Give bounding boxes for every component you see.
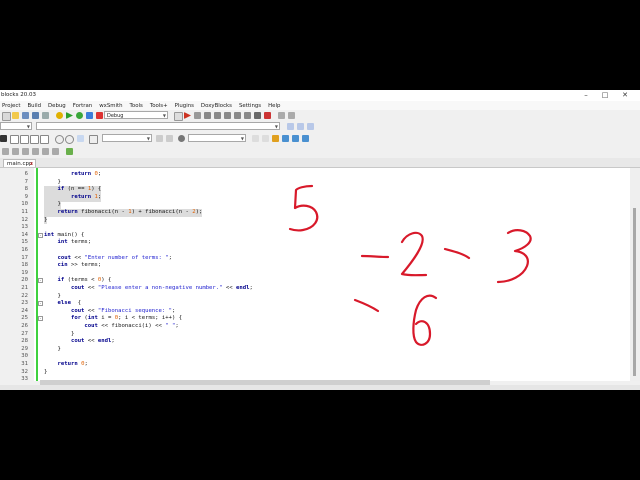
new-file-icon[interactable] xyxy=(2,112,11,121)
menu-item-debug[interactable]: Debug xyxy=(48,103,66,109)
menu-item-help[interactable]: Help xyxy=(268,103,280,109)
find-next-icon[interactable] xyxy=(166,135,173,142)
toggle-comment-icon[interactable] xyxy=(30,135,39,144)
pause-icon[interactable] xyxy=(254,112,261,119)
doxy-run-icon[interactable] xyxy=(22,148,29,155)
save-icon[interactable] xyxy=(22,112,29,119)
chevron-down-icon: ▼ xyxy=(162,113,166,118)
title-bar: blocks 20.03 – □ ✕ xyxy=(0,90,640,101)
regex-icon[interactable] xyxy=(178,135,185,142)
doxy-html-icon[interactable] xyxy=(42,148,49,155)
save-all-icon[interactable] xyxy=(32,112,39,119)
chevron-down-icon: ▼ xyxy=(146,136,150,141)
menu-item-project[interactable]: Project xyxy=(2,103,20,109)
stream-comment-icon[interactable] xyxy=(40,135,49,144)
run-to-cursor-icon[interactable] xyxy=(194,112,201,119)
editor-toolbar: ▼ ▼ xyxy=(0,133,640,144)
tab-label: main.cpp xyxy=(7,161,33,167)
menu-item-tools-[interactable]: Tools+ xyxy=(150,103,168,109)
editor-tabs: main.cpp x xyxy=(0,158,640,168)
menu-bar: Project Build Debug Fortran wxSmith Tools Tool… xyxy=(0,101,640,110)
close-tab-icon[interactable]: x xyxy=(30,160,33,168)
build-and-run-icon[interactable] xyxy=(76,112,83,119)
fold-marker-icon[interactable]: - xyxy=(38,316,43,322)
highlight-icon[interactable] xyxy=(272,135,279,142)
status-bar xyxy=(0,385,640,390)
scrollbar-thumb[interactable] xyxy=(633,208,636,376)
open-folder-icon[interactable] xyxy=(12,112,19,119)
search-icon[interactable] xyxy=(55,135,64,144)
minimize-button[interactable]: – xyxy=(580,91,592,100)
chevron-down-icon: ▼ xyxy=(274,124,278,129)
menu-item-settings[interactable]: Settings xyxy=(239,103,261,109)
scope-select[interactable]: ▼ xyxy=(0,122,32,130)
doxy-line-comment-icon[interactable] xyxy=(12,148,19,155)
jump-prev-icon[interactable] xyxy=(252,135,259,142)
menu-item-build[interactable]: Build xyxy=(27,103,41,109)
doxy-chm-icon[interactable] xyxy=(32,148,39,155)
fold-marker-icon[interactable]: - xyxy=(38,278,43,284)
code-completion-toolbar: ▼ ▼ xyxy=(0,121,640,132)
search-replace-icon[interactable] xyxy=(65,135,74,144)
main-toolbar: Debug ▼ xyxy=(0,110,640,121)
debugging-windows-icon[interactable] xyxy=(278,112,285,119)
doxyblocks-toolbar xyxy=(0,146,640,157)
menu-item-tools[interactable]: Tools xyxy=(130,103,143,109)
fold-marker-icon[interactable]: - xyxy=(38,301,43,307)
comment-icon[interactable] xyxy=(10,135,19,144)
match-case-icon[interactable] xyxy=(282,135,289,142)
stop-debugger-icon[interactable] xyxy=(264,112,271,119)
clear-bookmarks-icon[interactable] xyxy=(89,135,98,144)
abort-icon[interactable] xyxy=(96,112,103,119)
run-icon[interactable] xyxy=(66,112,73,119)
code-editor[interactable]: 6 return 0; 7 } 8 if (n == 1) {9 return 1;… xyxy=(0,168,630,383)
search-box[interactable]: ▼ xyxy=(102,134,152,142)
rebuild-icon[interactable] xyxy=(86,112,93,119)
selected-text-icon[interactable] xyxy=(302,135,309,142)
chevron-down-icon: ▼ xyxy=(240,136,244,141)
jump-next-icon[interactable] xyxy=(262,135,269,142)
uncomment-icon[interactable] xyxy=(20,135,29,144)
print-icon[interactable] xyxy=(42,112,49,119)
debug-window-icon[interactable] xyxy=(174,112,183,121)
step-instruction-icon[interactable] xyxy=(244,112,251,119)
window-title: blocks 20.03 xyxy=(1,92,36,98)
step-into-icon[interactable] xyxy=(214,112,221,119)
line-number: 33 xyxy=(21,376,28,383)
whole-word-icon[interactable] xyxy=(292,135,299,142)
doxy-config-icon[interactable] xyxy=(52,148,59,155)
next-instruction-icon[interactable] xyxy=(234,112,241,119)
close-button[interactable]: ✕ xyxy=(619,91,631,100)
jump-forward-icon[interactable] xyxy=(297,123,304,130)
maximize-button[interactable]: □ xyxy=(599,91,611,100)
toggle-panel-icon[interactable] xyxy=(307,123,314,130)
toggle-bookmark-icon[interactable] xyxy=(0,135,7,142)
select-icon[interactable] xyxy=(77,135,84,142)
step-out-icon[interactable] xyxy=(224,112,231,119)
doxy-comment-icon[interactable] xyxy=(2,148,9,155)
debug-info-icon[interactable] xyxy=(288,112,295,119)
codeblocks-window: blocks 20.03 – □ ✕ Project Build Debug Fort… xyxy=(0,90,640,390)
doxy-wizard-icon[interactable] xyxy=(66,148,73,155)
regex-box[interactable]: ▼ xyxy=(188,134,246,142)
find-prev-icon[interactable] xyxy=(156,135,163,142)
chevron-down-icon: ▼ xyxy=(26,124,30,129)
function-select[interactable]: ▼ xyxy=(36,122,280,130)
build-target-value: Debug xyxy=(107,113,124,119)
menu-item-doxyblocks[interactable]: DoxyBlocks xyxy=(201,103,232,109)
next-line-icon[interactable] xyxy=(204,112,211,119)
menu-item-wxsmith[interactable]: wxSmith xyxy=(99,103,122,109)
jump-back-icon[interactable] xyxy=(287,123,294,130)
fold-marker-icon[interactable]: - xyxy=(38,232,43,238)
tab-main-cpp[interactable]: main.cpp x xyxy=(3,159,36,167)
menu-item-plugins[interactable]: Plugins xyxy=(175,103,194,109)
debug-continue-icon[interactable] xyxy=(184,112,191,119)
build-target-select[interactable]: Debug ▼ xyxy=(104,111,168,119)
build-gear-icon[interactable] xyxy=(56,112,63,119)
menu-item-fortran[interactable]: Fortran xyxy=(73,103,92,109)
